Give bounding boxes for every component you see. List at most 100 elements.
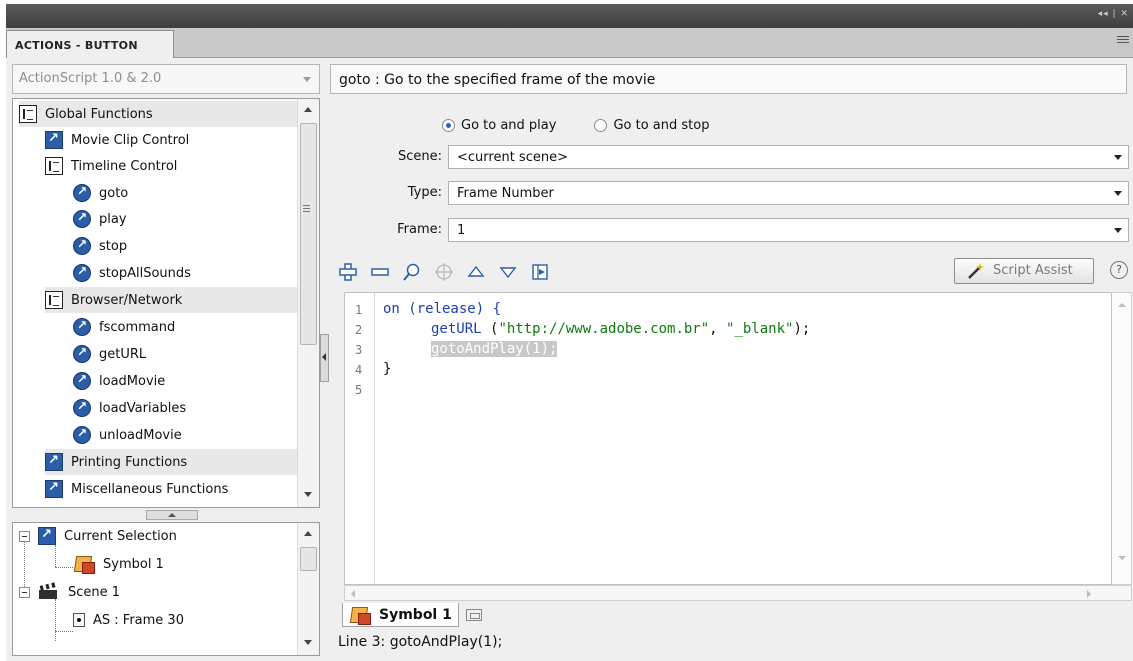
panel-title-bar: ◂◂ | ✕: [6, 4, 1133, 28]
code-line-4[interactable]: }: [383, 361, 391, 377]
collapse-icon[interactable]: [19, 530, 30, 542]
navigator-scrollbar[interactable]: [297, 523, 319, 655]
editor-vertical-scrollbar[interactable]: [1112, 292, 1132, 585]
pin-script-icon[interactable]: [466, 609, 482, 621]
scroll-thumb[interactable]: [300, 547, 317, 571]
script-editor[interactable]: 1 2 3 4 5 on (release) { getURL ("http:/…: [344, 292, 1112, 585]
goto-mode-radios: Go to and play Go to and stop: [442, 116, 709, 134]
editor-toolbar: [338, 258, 562, 286]
radio-go-to-and-play-label[interactable]: Go to and play: [461, 118, 556, 133]
script-navigator: Current Selection Symbol 1 Scene 1 AS : …: [12, 522, 320, 656]
code-line-1[interactable]: on (release) {: [383, 301, 501, 317]
chevron-down-icon: [1114, 191, 1122, 196]
scroll-thumb[interactable]: [300, 123, 317, 345]
toolbox-item-loadmovie[interactable]: loadMovie: [73, 368, 165, 394]
tab-symbol-1-label: Symbol 1: [379, 606, 452, 623]
nav-item-as-frame-30[interactable]: AS : Frame 30: [73, 607, 184, 633]
scene-select-value: <current scene>: [457, 150, 568, 165]
scene-icon: [38, 582, 60, 602]
move-up-icon[interactable]: [466, 262, 486, 282]
chevron-down-icon: [1114, 155, 1122, 160]
toolbox-item-miscellaneous-functions[interactable]: Miscellaneous Functions: [45, 476, 228, 502]
action-icon: [73, 399, 91, 417]
panel-tab-actions[interactable]: ACTIONS - BUTTON: [6, 30, 174, 59]
panel-menu-icon[interactable]: [1117, 36, 1129, 46]
script-assist-label: Script Assist: [993, 263, 1073, 278]
chevron-down-icon: [1114, 228, 1122, 233]
toolbox-item-printing-functions[interactable]: Printing Functions: [45, 449, 297, 475]
nav-item-scene-1[interactable]: Scene 1: [19, 579, 120, 605]
scroll-down-icon[interactable]: [304, 640, 312, 645]
toolbox-item-timeline-control[interactable]: Timeline Control: [45, 153, 177, 179]
frame-input[interactable]: 1: [448, 218, 1129, 242]
toolbox-item-stopallsounds[interactable]: stopAllSounds: [73, 260, 191, 286]
scroll-up-icon[interactable]: [1118, 303, 1126, 307]
scroll-left-icon[interactable]: [351, 590, 355, 598]
magic-wand-icon: [968, 263, 984, 279]
scroll-down-icon[interactable]: [1118, 556, 1126, 560]
selected-code: gotoAndPlay(1);: [431, 341, 558, 357]
book-open-icon: [45, 157, 63, 175]
language-select[interactable]: ActionScript 1.0 & 2.0: [12, 64, 320, 94]
line-number: 5: [355, 383, 363, 397]
action-icon: [73, 372, 91, 390]
toolbox-item-movie-clip-control[interactable]: Movie Clip Control: [45, 127, 189, 153]
pane-splitter[interactable]: [146, 510, 198, 520]
scroll-down-icon[interactable]: [304, 492, 312, 497]
toolbox-item-fscommand[interactable]: fscommand: [73, 314, 175, 340]
add-statement-icon[interactable]: [338, 262, 358, 282]
nav-item-symbol-1[interactable]: Symbol 1: [73, 551, 164, 577]
toolbox-item-goto[interactable]: goto: [73, 180, 128, 206]
code-line-2[interactable]: getURL ("http://www.adobe.com.br", "_bla…: [431, 321, 810, 337]
collapse-icon[interactable]: [19, 586, 30, 598]
toolbox-scrollbar[interactable]: [297, 99, 319, 507]
book-open-icon: [45, 291, 63, 309]
toolbox-item-global-functions[interactable]: Global Functions: [19, 101, 297, 127]
type-select[interactable]: Frame Number: [448, 181, 1129, 205]
action-icon: [73, 345, 91, 363]
collapse-toolbox-button[interactable]: [320, 334, 329, 382]
scroll-up-icon[interactable]: [304, 107, 312, 112]
book-closed-icon: [38, 527, 56, 545]
toolbox-item-geturl[interactable]: getURL: [73, 341, 146, 367]
panel-tab-strip: ACTIONS - BUTTON: [6, 28, 1133, 59]
book-closed-icon: [45, 131, 63, 149]
find-icon[interactable]: [402, 262, 422, 282]
radio-go-to-and-stop-label[interactable]: Go to and stop: [613, 118, 709, 133]
help-icon[interactable]: ?: [1110, 261, 1128, 279]
frame-icon: [73, 613, 85, 627]
editor-horizontal-scrollbar[interactable]: [344, 585, 1132, 601]
toolbox-item-unloadmovie[interactable]: unloadMovie: [73, 422, 182, 448]
script-assist-button[interactable]: Script Assist: [954, 258, 1094, 284]
nav-item-current-selection[interactable]: Current Selection: [19, 523, 177, 549]
debug-options-icon[interactable]: [530, 262, 550, 282]
book-closed-icon: [45, 480, 63, 498]
scroll-up-icon[interactable]: [304, 531, 312, 536]
toolbox-item-loadvariables[interactable]: loadVariables: [73, 395, 186, 421]
type-select-value: Frame Number: [457, 186, 554, 201]
line-number: 4: [355, 363, 363, 377]
radio-go-to-and-stop[interactable]: [594, 118, 608, 132]
toolbox-item-play[interactable]: play: [73, 206, 127, 232]
status-line: Line 3: gotoAndPlay(1);: [338, 634, 503, 650]
remove-statement-icon[interactable]: [370, 262, 390, 282]
toolbox-item-browser-network[interactable]: Browser/Network: [45, 287, 297, 313]
scene-label: Scene:: [397, 149, 442, 164]
symbol-icon: [349, 605, 371, 625]
toolbox-item-stop[interactable]: stop: [73, 233, 127, 259]
action-description: goto : Go to the specified frame of the …: [330, 64, 1127, 94]
radio-go-to-and-play[interactable]: [442, 118, 455, 132]
scroll-right-icon[interactable]: [1087, 590, 1091, 598]
code-line-3[interactable]: gotoAndPlay(1);: [431, 341, 558, 357]
scene-select[interactable]: <current scene>: [448, 145, 1129, 169]
move-down-icon[interactable]: [498, 262, 518, 282]
line-number-gutter: 1 2 3 4 5: [345, 293, 375, 584]
tab-symbol-1[interactable]: Symbol 1: [342, 603, 459, 627]
grip-icon: [303, 205, 310, 214]
language-select-value: ActionScript 1.0 & 2.0: [19, 71, 162, 86]
action-icon: [73, 184, 91, 202]
window-controls[interactable]: ◂◂ | ✕: [1098, 9, 1129, 19]
frame-label: Frame:: [397, 222, 442, 237]
type-label: Type:: [407, 185, 442, 200]
line-number: 1: [355, 303, 363, 317]
